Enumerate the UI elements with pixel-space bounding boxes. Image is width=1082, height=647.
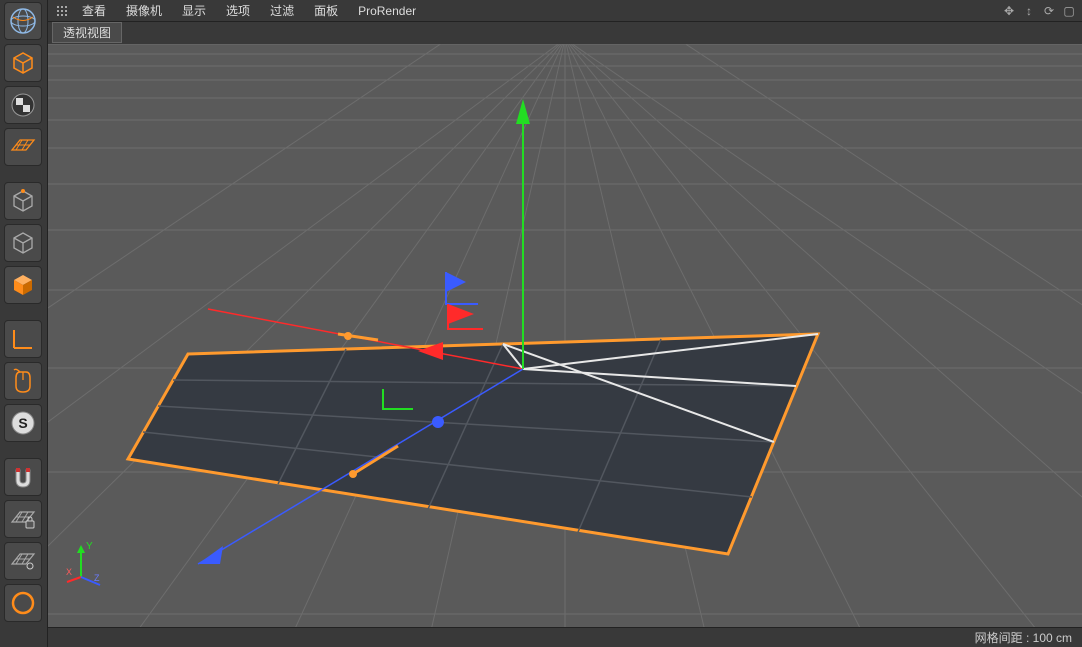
nav-rotate-icon[interactable]: ⟳ [1042, 4, 1056, 18]
view-label-bar: 透视视图 [48, 22, 1082, 44]
s-sphere-icon[interactable]: S [4, 404, 42, 442]
viewport-scene [48, 44, 1082, 627]
nav-zoom-icon[interactable]: ↕ [1022, 4, 1036, 18]
grid-spacing-label: 网格间距 : 100 cm [975, 629, 1072, 646]
main-area: 查看 摄像机 显示 选项 过滤 面板 ProRender ✥ ↕ ⟳ ▢ 透视视… [48, 0, 1082, 647]
mouse-icon[interactable] [4, 362, 42, 400]
menu-prorender[interactable]: ProRender [350, 2, 424, 20]
cube-shaded-icon[interactable] [4, 266, 42, 304]
menu-filter[interactable]: 过滤 [262, 0, 302, 21]
magnet-icon[interactable] [4, 458, 42, 496]
status-bar: 网格间距 : 100 cm [48, 627, 1082, 647]
viewport[interactable]: Y X Z [48, 44, 1082, 627]
mini-axis-indicator: Y X Z [66, 537, 116, 587]
view-label: 透视视图 [52, 22, 122, 43]
menu-view[interactable]: 查看 [74, 0, 114, 21]
menu-display[interactable]: 显示 [174, 0, 214, 21]
svg-text:S: S [18, 415, 27, 431]
menu-options[interactable]: 选项 [218, 0, 258, 21]
plane-grid2-icon[interactable] [4, 542, 42, 580]
left-toolbar: S [0, 0, 48, 647]
nav-move-icon[interactable]: ✥ [1002, 4, 1016, 18]
plane-grid-icon[interactable] [4, 128, 42, 166]
selected-plane[interactable] [128, 334, 818, 554]
viewport-menubar: 查看 摄像机 显示 选项 过滤 面板 ProRender ✥ ↕ ⟳ ▢ [48, 0, 1082, 22]
ring-icon[interactable] [4, 584, 42, 622]
cube-solid-icon[interactable] [4, 44, 42, 82]
plane-lock-icon[interactable] [4, 500, 42, 538]
axis-icon[interactable] [4, 320, 42, 358]
menu-camera[interactable]: 摄像机 [118, 0, 170, 21]
cube-point-icon[interactable] [4, 182, 42, 220]
nav-maximize-icon[interactable]: ▢ [1062, 4, 1076, 18]
mini-axis-z-label: Z [94, 573, 100, 583]
cube-wire-icon[interactable] [4, 224, 42, 262]
menu-panel[interactable]: 面板 [306, 0, 346, 21]
checker-sphere-icon[interactable] [4, 86, 42, 124]
mini-axis-x-label: X [66, 567, 72, 577]
globe-icon[interactable] [4, 2, 42, 40]
mini-axis-y-label: Y [86, 541, 93, 552]
grid-menu-icon[interactable] [54, 3, 70, 19]
